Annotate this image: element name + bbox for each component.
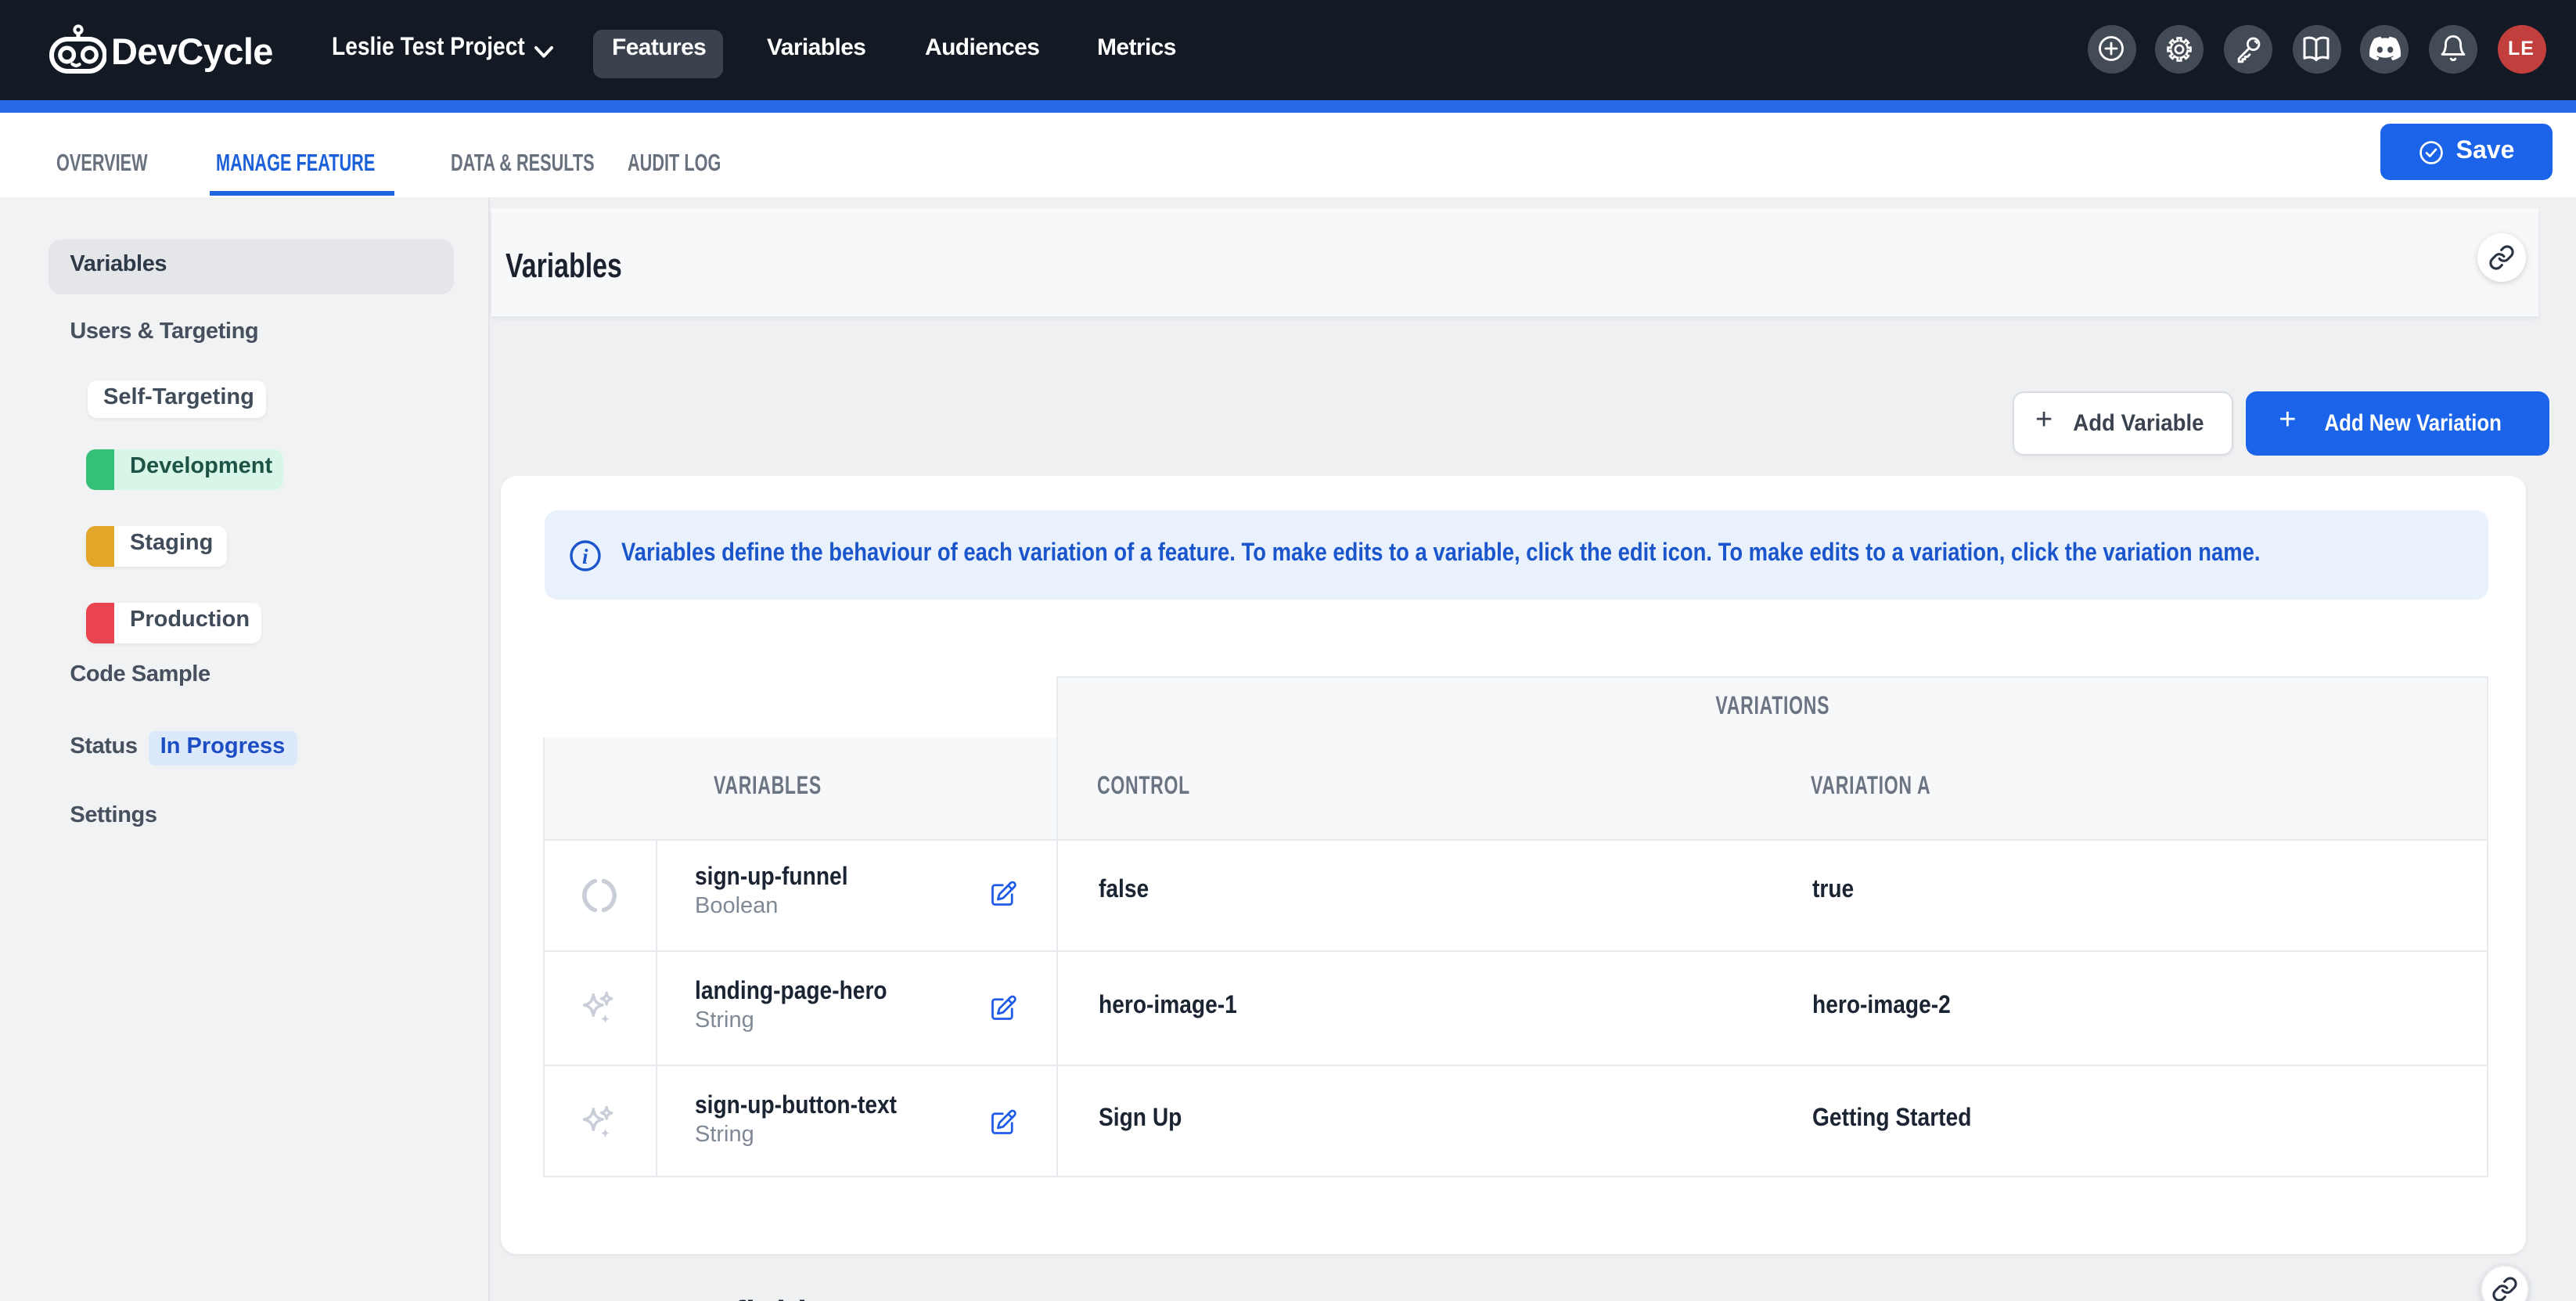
svg-text:i: i	[582, 545, 588, 568]
